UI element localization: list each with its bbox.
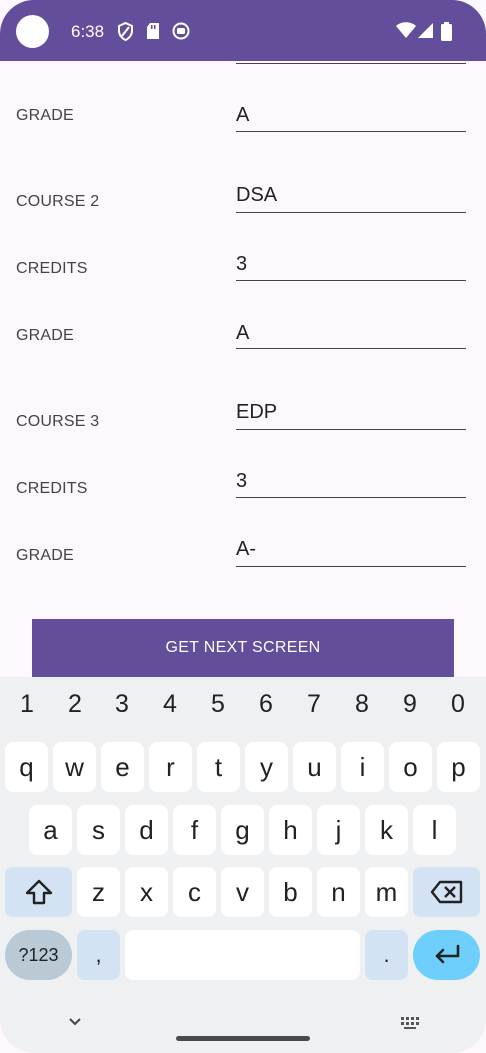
key-b[interactable]: b	[269, 867, 312, 917]
key-a[interactable]: a	[29, 805, 72, 855]
key-3[interactable]: 3	[102, 690, 142, 719]
course-2-underline	[236, 212, 466, 213]
nav-gesture-handle[interactable]	[176, 1036, 310, 1041]
course-2-label: COURSE 2	[16, 193, 100, 210]
grade-1-input[interactable]: A	[236, 104, 249, 127]
key-1[interactable]: 1	[7, 690, 47, 719]
grade-2-underline	[236, 348, 466, 349]
credits-3-label: CREDITS	[16, 480, 88, 497]
key-q[interactable]: q	[5, 742, 48, 792]
key-5[interactable]: 5	[198, 690, 238, 719]
chevron-down-icon[interactable]	[67, 1016, 83, 1028]
credits-2-label: CREDITS	[16, 260, 88, 277]
key-h[interactable]: h	[269, 805, 312, 855]
key-o[interactable]: o	[389, 742, 432, 792]
course-form: GRADE A COURSE 2 DSA CREDITS 3 GRADE A C…	[0, 61, 486, 677]
grade-2-label: GRADE	[16, 327, 74, 344]
key-g[interactable]: g	[221, 805, 264, 855]
enter-key[interactable]	[413, 930, 480, 980]
grade-1-underline	[236, 131, 466, 132]
key-n[interactable]: n	[317, 867, 360, 917]
key-z[interactable]: z	[77, 867, 120, 917]
key-u[interactable]: u	[293, 742, 336, 792]
key-f[interactable]: f	[173, 805, 216, 855]
key-2[interactable]: 2	[55, 690, 95, 719]
credits-3-input[interactable]: 3	[236, 470, 247, 493]
shift-icon	[25, 879, 52, 905]
credits-2-input[interactable]: 3	[236, 253, 247, 276]
key-l[interactable]: l	[413, 805, 456, 855]
status-time: 6:38	[71, 22, 105, 41]
notification-icon	[172, 22, 190, 40]
key-0[interactable]: 0	[438, 690, 478, 719]
camera-cutout	[16, 15, 49, 48]
space-key[interactable]	[125, 930, 360, 980]
shift-key[interactable]	[5, 867, 72, 917]
status-bar: 6:38	[0, 0, 486, 61]
key-p[interactable]: p	[437, 742, 480, 792]
keyboard-icon[interactable]	[400, 1016, 420, 1030]
grade-3-label: GRADE	[16, 547, 74, 564]
key-v[interactable]: v	[221, 867, 264, 917]
key-t[interactable]: t	[197, 742, 240, 792]
key-7[interactable]: 7	[294, 690, 334, 719]
key-6[interactable]: 6	[246, 690, 286, 719]
grade-2-input[interactable]: A	[236, 322, 249, 345]
key-d[interactable]: d	[125, 805, 168, 855]
key-c[interactable]: c	[173, 867, 216, 917]
symbols-key[interactable]: ?123	[5, 930, 72, 980]
credits-2-underline	[236, 280, 466, 281]
key-e[interactable]: e	[101, 742, 144, 792]
shield-icon	[118, 22, 133, 41]
course-1-credits-underline[interactable]	[236, 63, 466, 64]
grade-1-label: GRADE	[16, 107, 74, 124]
comma-key[interactable]: ,	[77, 930, 120, 980]
period-key[interactable]: .	[365, 930, 408, 980]
credits-3-underline	[236, 497, 466, 498]
key-k[interactable]: k	[365, 805, 408, 855]
key-i[interactable]: i	[341, 742, 384, 792]
key-s[interactable]: s	[77, 805, 120, 855]
soft-keyboard	[0, 677, 486, 1053]
cell-signal-icon	[418, 23, 433, 38]
key-m[interactable]: m	[365, 867, 408, 917]
backspace-icon	[430, 880, 462, 904]
course-3-underline	[236, 429, 466, 430]
key-8[interactable]: 8	[342, 690, 382, 719]
key-9[interactable]: 9	[390, 690, 430, 719]
backspace-key[interactable]	[413, 867, 480, 917]
key-x[interactable]: x	[125, 867, 168, 917]
sd-card-icon	[147, 23, 159, 39]
get-next-screen-button[interactable]: GET NEXT SCREEN	[32, 619, 454, 677]
grade-3-underline	[236, 566, 466, 567]
key-w[interactable]: w	[53, 742, 96, 792]
key-r[interactable]: r	[149, 742, 192, 792]
grade-3-input[interactable]: A-	[236, 538, 256, 561]
enter-icon	[435, 944, 459, 964]
course-3-label: COURSE 3	[16, 413, 100, 430]
battery-icon	[441, 22, 452, 41]
course-3-input[interactable]: EDP	[236, 401, 277, 424]
key-4[interactable]: 4	[150, 690, 190, 719]
wifi-icon	[396, 22, 416, 38]
course-2-input[interactable]: DSA	[236, 184, 277, 207]
key-j[interactable]: j	[317, 805, 360, 855]
key-y[interactable]: y	[245, 742, 288, 792]
